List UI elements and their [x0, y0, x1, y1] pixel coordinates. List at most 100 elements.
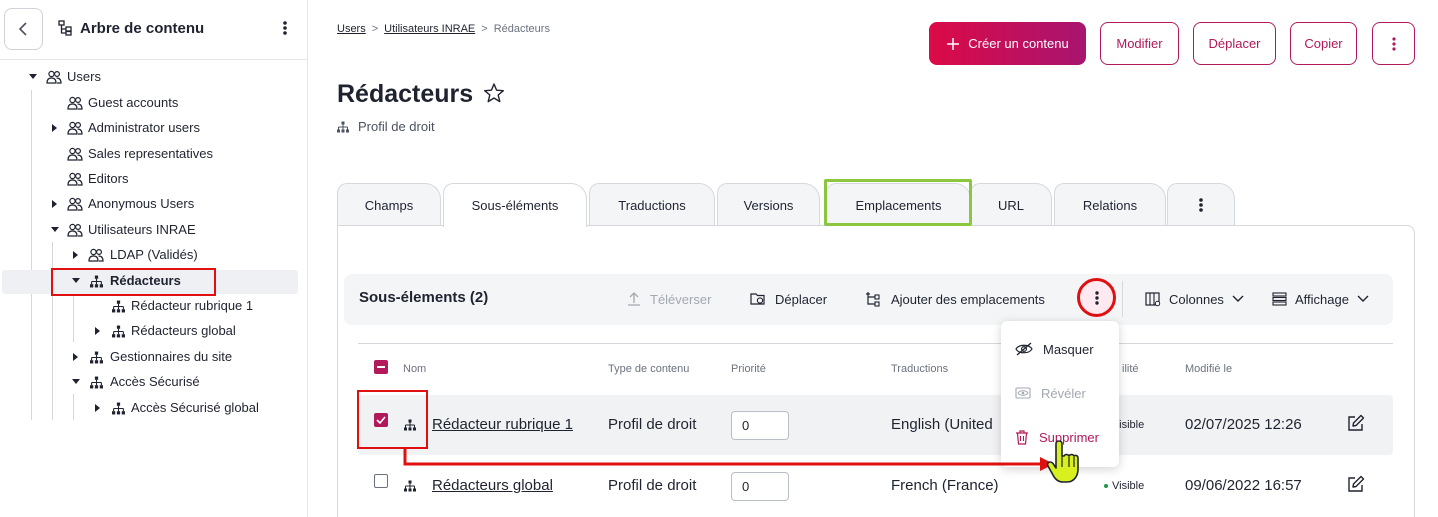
tree-item-redacteurs-global[interactable]: Rédacteurs global	[0, 319, 300, 343]
edit-pencil-icon[interactable]	[1347, 475, 1365, 493]
tree-item-label: Sales representatives	[88, 146, 214, 161]
row-content-type: Profil de droit	[608, 477, 697, 494]
breadcrumb-link-users[interactable]: Users	[337, 23, 366, 35]
star-bookmark-icon[interactable]	[483, 82, 505, 104]
tree-item-editors[interactable]: Editors	[0, 167, 300, 191]
add-location-icon	[866, 292, 880, 307]
tab-sous-elements[interactable]: Sous-éléments	[443, 183, 587, 227]
role-tree-icon	[404, 419, 416, 431]
select-all-checkbox[interactable]	[374, 360, 388, 374]
visibility-badge: Visible	[1104, 480, 1144, 492]
column-header-translations[interactable]: Traductions	[891, 363, 948, 375]
edit-button[interactable]: Modifier	[1100, 22, 1179, 65]
divider	[0, 59, 307, 60]
role-tree-icon	[404, 480, 416, 492]
user-group-icon	[66, 119, 84, 137]
add-locations-button[interactable]: Ajouter des emplacements	[865, 290, 1045, 308]
tree-item-label: Users	[67, 69, 101, 84]
row-translation: English (United	[891, 416, 993, 433]
copy-button[interactable]: Copier	[1290, 22, 1357, 65]
move-button[interactable]: Déplacer	[1193, 22, 1276, 65]
row-checkbox[interactable]	[374, 413, 388, 427]
breadcrumb: Users > Utilisateurs INRAE > Rédacteurs	[337, 23, 550, 35]
page-title: Rédacteurs	[337, 80, 474, 108]
column-header-type[interactable]: Type de contenu	[608, 363, 689, 375]
role-tree-icon	[87, 373, 105, 391]
caret-right-icon[interactable]	[93, 403, 103, 413]
kebab-menu-icon[interactable]	[282, 20, 288, 36]
kebab-menu-icon	[1094, 290, 1099, 305]
row-checkbox[interactable]	[374, 474, 388, 488]
row-name-link[interactable]: Rédacteur rubrique 1	[432, 416, 573, 433]
menu-item-hide-label: Masquer	[1043, 341, 1094, 357]
tree-item-users[interactable]: Users	[0, 65, 300, 89]
tree-item-anonymous-users[interactable]: Anonymous Users	[0, 192, 300, 216]
tree-item-acces-securise-global[interactable]: Accès Sécurisé global	[0, 396, 300, 420]
indeterminate-icon	[377, 366, 385, 368]
row-name-link[interactable]: Rédacteurs global	[432, 477, 553, 494]
priority-input[interactable]: 0	[731, 411, 789, 440]
add-locations-label: Ajouter des emplacements	[891, 291, 1045, 307]
role-tree-icon	[109, 297, 127, 315]
column-header-modified[interactable]: Modifié le	[1185, 363, 1232, 375]
eye-icon	[1015, 387, 1031, 399]
tree-item-sales-representatives[interactable]: Sales representatives	[0, 142, 300, 166]
user-group-icon	[66, 195, 84, 213]
caret-right-icon[interactable]	[71, 250, 81, 260]
column-header-visibility[interactable]: ilité	[1122, 363, 1139, 375]
tree-item-ldap[interactable]: LDAP (Validés)	[0, 243, 300, 267]
subitems-more-button[interactable]	[1077, 278, 1116, 317]
menu-item-reveal[interactable]: Révéler	[1015, 383, 1086, 403]
tree-item-acces-securise[interactable]: Accès Sécurisé	[0, 370, 300, 394]
divider	[1122, 281, 1123, 317]
tab-champs[interactable]: Champs	[337, 183, 441, 226]
tree-item-gestionnaires-du-site[interactable]: Gestionnaires du site	[0, 345, 300, 369]
tree-item-label: Accès Sécurisé	[110, 374, 200, 389]
role-tree-icon	[87, 272, 105, 290]
columns-dropdown[interactable]: Colonnes	[1145, 290, 1244, 308]
create-content-button[interactable]: Créer un contenu	[929, 22, 1086, 65]
tree-item-label: Guest accounts	[88, 95, 179, 110]
column-header-priority[interactable]: Priorité	[731, 363, 766, 375]
tree-item-label: Accès Sécurisé global	[131, 400, 259, 415]
menu-item-hide[interactable]: Masquer	[1015, 339, 1094, 359]
breadcrumb-link-inrae[interactable]: Utilisateurs INRAE	[384, 23, 475, 35]
user-group-icon	[66, 94, 84, 112]
tree-item-utilisateurs-inrae[interactable]: Utilisateurs INRAE	[0, 218, 300, 242]
back-button[interactable]	[4, 8, 43, 50]
checkmark-icon	[376, 416, 386, 424]
breadcrumb-separator: >	[371, 23, 379, 35]
tab-relations[interactable]: Relations	[1054, 183, 1166, 226]
more-actions-button[interactable]	[1372, 22, 1415, 65]
caret-down-icon[interactable]	[28, 72, 38, 82]
caret-down-icon[interactable]	[71, 276, 81, 286]
caret-right-icon[interactable]	[93, 326, 103, 336]
tree-item-label: LDAP (Validés)	[110, 247, 198, 262]
move-subitems-button[interactable]: Déplacer	[750, 290, 827, 308]
tree-item-redacteurs[interactable]: Rédacteurs	[0, 269, 300, 293]
priority-input[interactable]: 0	[731, 472, 789, 501]
tree-item-label: Anonymous Users	[88, 196, 195, 211]
tab-more[interactable]	[1167, 183, 1235, 226]
caret-right-icon[interactable]	[71, 352, 81, 362]
caret-right-icon[interactable]	[50, 123, 60, 133]
upload-button[interactable]: Téléverser	[626, 290, 711, 308]
breadcrumb-current: Rédacteurs	[493, 23, 550, 35]
display-dropdown[interactable]: Affichage	[1272, 290, 1369, 308]
tab-traductions[interactable]: Traductions	[589, 183, 715, 226]
tab-versions[interactable]: Versions	[717, 183, 820, 226]
tree-item-administrator-users[interactable]: Administrator users	[0, 116, 300, 140]
list-view-icon	[1272, 292, 1287, 306]
caret-down-icon[interactable]	[71, 377, 81, 387]
caret-down-icon[interactable]	[50, 225, 60, 235]
tree-item-guest-accounts[interactable]: Guest accounts	[0, 91, 300, 115]
role-tree-icon	[87, 348, 105, 366]
tree-item-redacteur-rubrique-1[interactable]: Rédacteur rubrique 1	[0, 294, 300, 318]
column-header-name[interactable]: Nom	[403, 363, 426, 375]
edit-pencil-icon[interactable]	[1347, 414, 1365, 432]
user-group-icon	[66, 145, 84, 163]
tab-url[interactable]: URL	[970, 183, 1052, 226]
tab-emplacements[interactable]: Emplacements	[826, 183, 971, 226]
caret-right-icon[interactable]	[50, 199, 60, 209]
subitems-title: Sous-élements (2)	[359, 289, 489, 306]
